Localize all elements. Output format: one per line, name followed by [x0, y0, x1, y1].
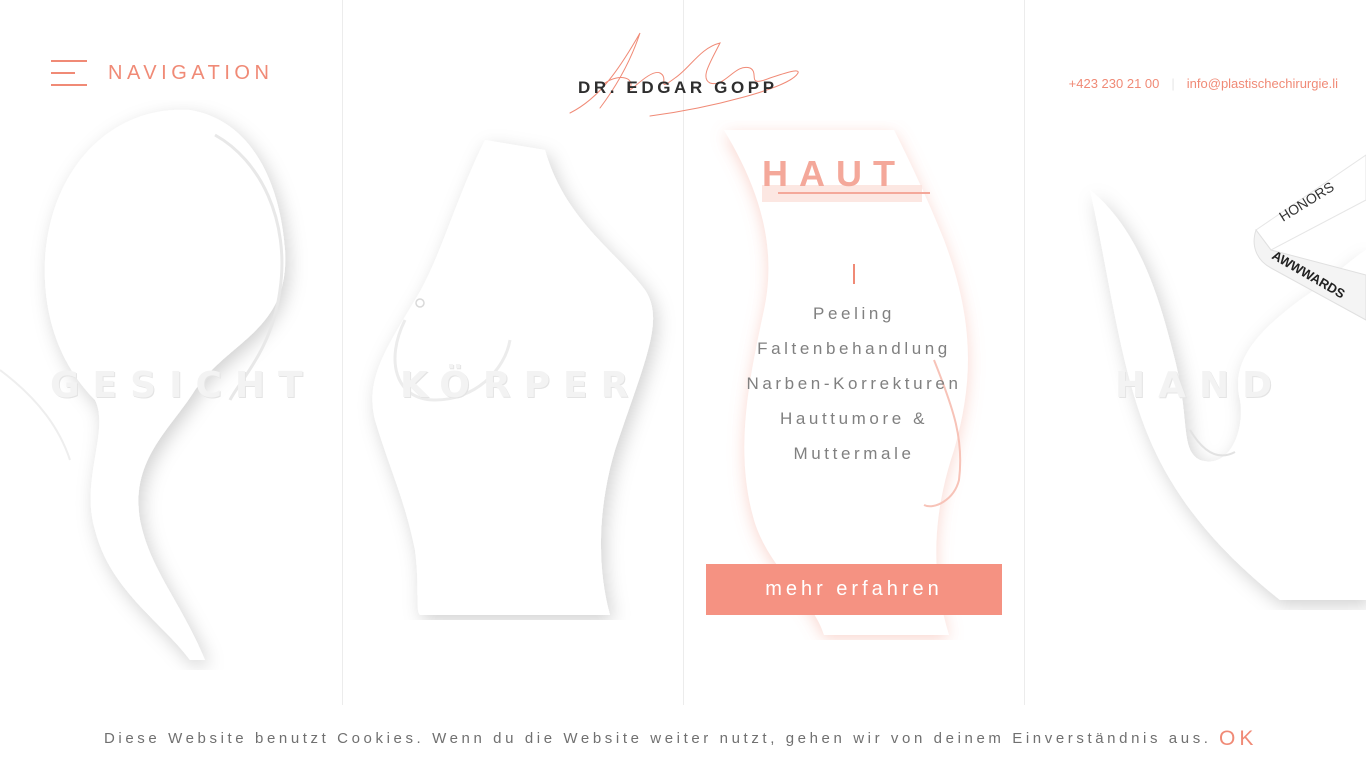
menu-item-hauttumore[interactable]: Hauttumore & — [706, 401, 1002, 436]
column-divider — [342, 0, 343, 705]
column-title-gesicht[interactable]: GESICHT — [50, 365, 316, 406]
column-title-haut[interactable]: HAUT — [762, 153, 906, 195]
column-divider — [1024, 0, 1025, 705]
signature-logo-icon — [569, 32, 799, 117]
menu-item-narben-korrekturen[interactable]: Narben-Korrekturen — [706, 366, 1002, 401]
active-title-underline — [778, 192, 930, 194]
menu-item-peeling[interactable]: Peeling — [706, 296, 1002, 331]
column-title-koerper[interactable]: KÖRPER — [400, 365, 641, 406]
phone-link[interactable]: +423 230 21 00 — [1069, 76, 1160, 91]
brand-name[interactable]: DR. EDGAR GOPP — [578, 78, 778, 98]
navigation-toggle[interactable]: NAVIGATION — [51, 58, 273, 88]
mehr-erfahren-button[interactable]: mehr erfahren — [706, 564, 1002, 615]
accent-divider — [853, 264, 855, 284]
menu-item-faltenbehandlung[interactable]: Faltenbehandlung — [706, 331, 1002, 366]
menu-item-muttermale[interactable]: Muttermale — [706, 436, 1002, 471]
haut-treatment-menu: Peeling Faltenbehandlung Narben-Korrektu… — [706, 296, 1002, 471]
cookie-message: Diese Website benutzt Cookies. Wenn du d… — [104, 730, 1212, 747]
email-link[interactable]: info@plastischechirurgie.li — [1187, 76, 1338, 91]
contact-separator: | — [1171, 76, 1175, 91]
cookie-ok-button[interactable]: OK — [1219, 727, 1257, 751]
cookie-banner: Diese Website benutzt Cookies. Wenn du d… — [0, 705, 1366, 768]
contact-info: +423 230 21 00 | info@plastischechirurgi… — [1069, 76, 1338, 91]
column-title-hand[interactable]: HAND — [1115, 365, 1285, 406]
awwwards-honors-ribbon[interactable]: HONORS AWWWARDS — [1251, 150, 1366, 325]
menu-icon[interactable] — [51, 58, 87, 88]
navigation-label[interactable]: NAVIGATION — [108, 62, 273, 85]
